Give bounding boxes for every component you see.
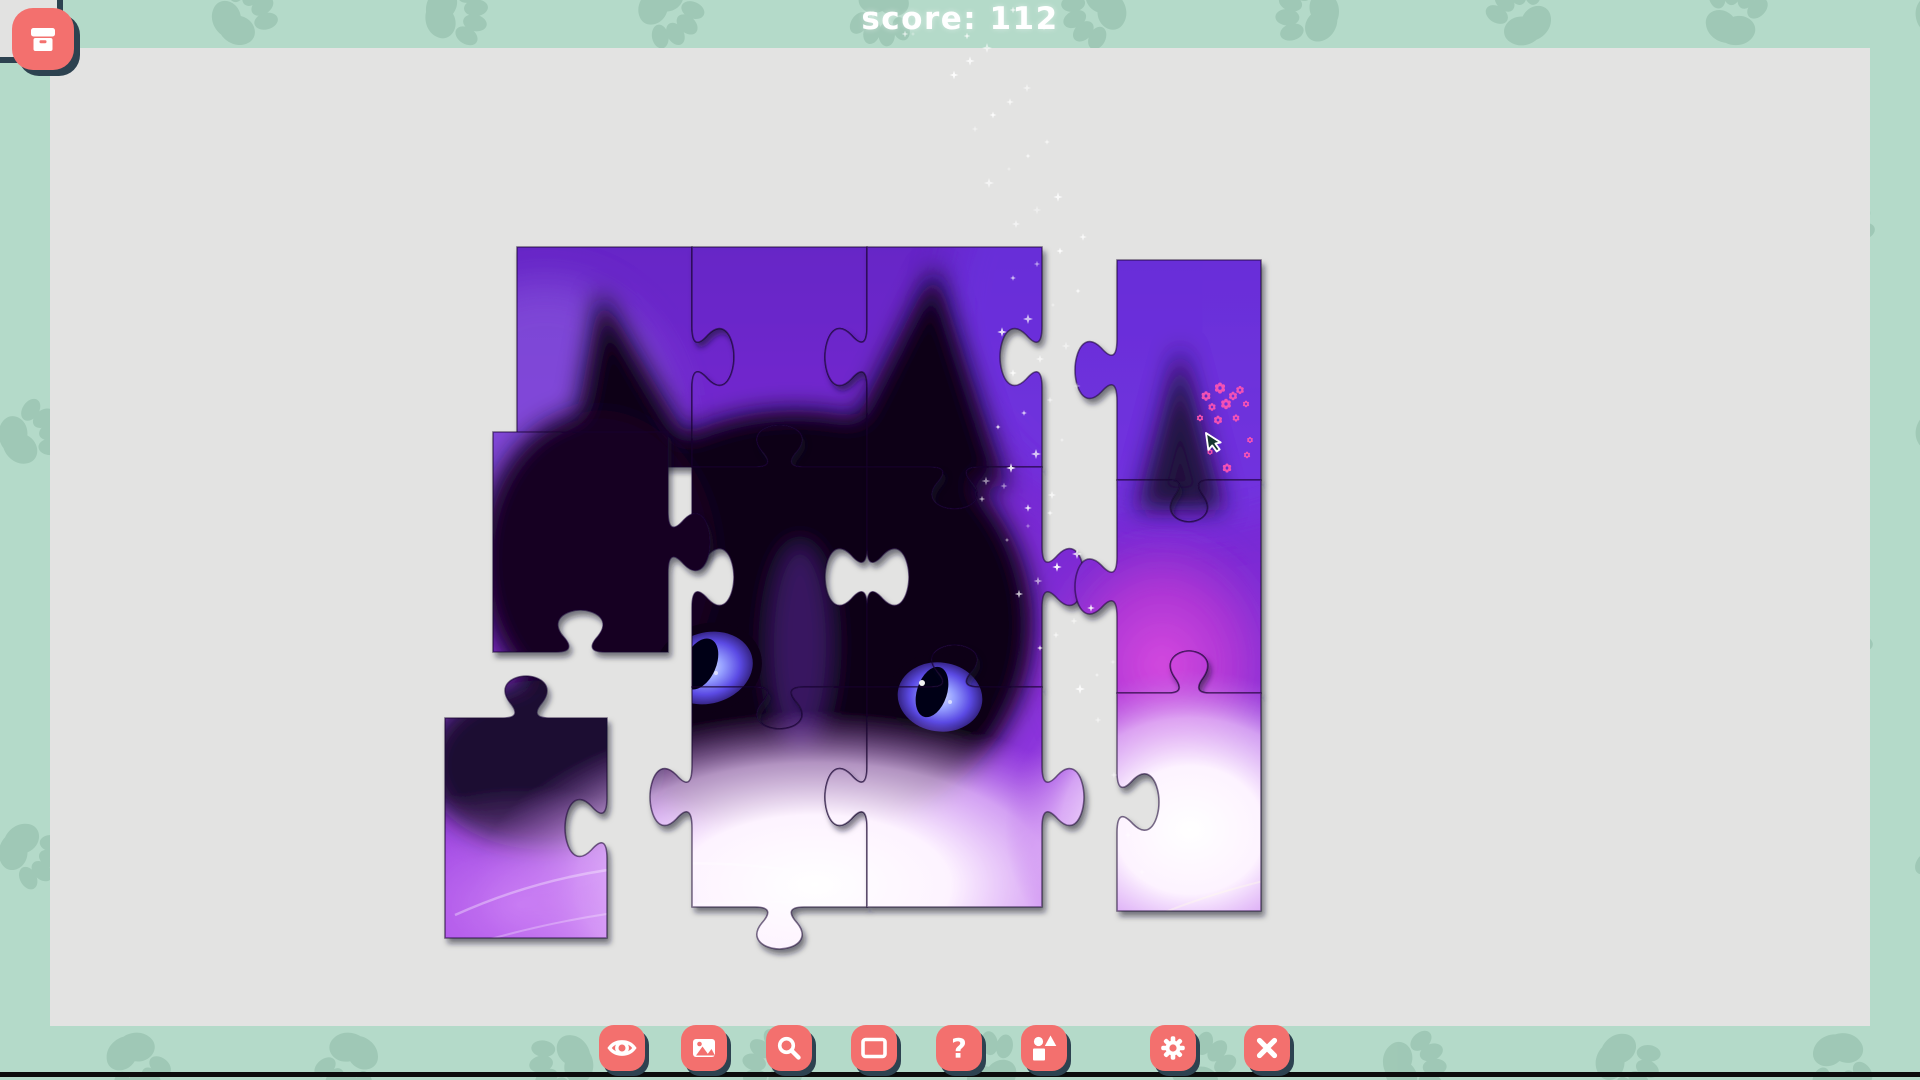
gear-icon [1157,1032,1189,1064]
exit-button[interactable] [1244,1025,1290,1071]
show-preview-button[interactable] [599,1025,645,1071]
help-button[interactable]: ? [936,1025,982,1071]
frame-icon [858,1032,890,1064]
frame-button[interactable] [851,1025,897,1071]
eye-icon [606,1032,638,1064]
settings-button[interactable] [1150,1025,1196,1071]
score-label: score: 112 [861,1,1058,37]
background-image-button[interactable] [681,1025,727,1071]
svg-text:?: ? [951,1034,967,1065]
archive-box-icon [23,19,63,59]
shapes-icon [1028,1032,1060,1064]
picture-icon [688,1032,720,1064]
zoom-button[interactable] [766,1025,812,1071]
magnifier-icon [773,1032,805,1064]
piece-shapes-button[interactable] [1021,1025,1067,1071]
question-mark-icon: ? [943,1032,975,1064]
menu-button[interactable] [12,8,74,70]
puzzle-scene [0,0,1920,1080]
bottom-divider-line [0,1072,1920,1077]
close-icon [1251,1032,1283,1064]
